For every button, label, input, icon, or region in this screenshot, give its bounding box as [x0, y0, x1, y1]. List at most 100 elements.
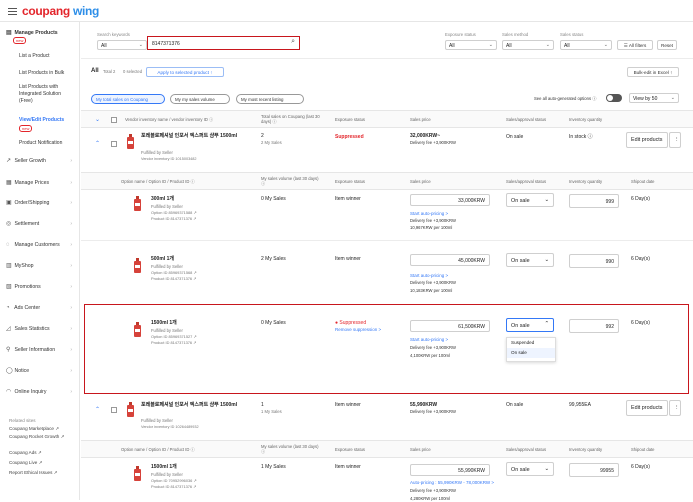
- sidebar-item-settlement[interactable]: ◎ Settlement ›: [6, 221, 78, 228]
- col-price-sub: Sales price: [410, 179, 431, 184]
- price-input[interactable]: 61,500KRW: [410, 320, 490, 332]
- auto-pricing-link[interactable]: Start auto-pricing >: [410, 273, 448, 279]
- top-bar: coupang wing: [0, 0, 693, 22]
- logo[interactable]: coupang wing: [22, 4, 99, 18]
- status-dropdown[interactable]: On sale ⌄: [506, 253, 554, 267]
- chevron-down-icon: ⌄: [138, 42, 143, 48]
- exposure-label: Exposure status: [445, 32, 476, 37]
- col-status-sub: Sales/approval status: [506, 447, 547, 452]
- view-by-select[interactable]: View by 50 ⌄: [629, 93, 679, 103]
- truck-icon: ▣: [6, 200, 12, 206]
- col-sales-status: Sales/approval status: [506, 117, 547, 122]
- option-name[interactable]: 1500ml 1개: [151, 464, 177, 470]
- sort-pill-recent[interactable]: My most recent listing: [236, 94, 304, 104]
- sidebar-item-manage-products[interactable]: ▤ Manage Products: [6, 30, 78, 37]
- chevron-down-icon[interactable]: ⌄: [95, 116, 100, 123]
- product-name[interactable]: 포레블로페셔널 인포서 엑스퍼트 샴푸 1500ml: [141, 133, 251, 139]
- total-sales-sub: 1 My Sales: [261, 409, 282, 414]
- shipout-days: 6 Day(s): [631, 196, 650, 202]
- menu-icon[interactable]: [8, 8, 17, 15]
- col-exposure-sub: Exposure status: [335, 447, 366, 452]
- remove-suppression-link[interactable]: Remove suppression >: [335, 327, 381, 333]
- product-name[interactable]: 포레블로페셔널 인포서 엑스퍼트 샴푸 1500ml: [141, 402, 251, 408]
- more-icon[interactable]: ⋮: [669, 400, 681, 416]
- delivery-fee: Delivery fee +3,900KRW: [410, 140, 456, 145]
- quantity-input[interactable]: 990: [569, 254, 619, 268]
- new-badge: new: [13, 37, 85, 45]
- total-sales: 1: [261, 402, 264, 408]
- related-link-ethical[interactable]: Report Ethical Issues ↗: [9, 470, 58, 476]
- sidebar-item-manage-prices[interactable]: ▦ Manage Prices ›: [6, 180, 78, 187]
- product-id[interactable]: Product ID 8147371376 ↗: [151, 216, 196, 222]
- sidebar-item-ads[interactable]: ◔ Ads Center ›: [6, 305, 78, 312]
- bulk-edit-excel-button[interactable]: Bulk-edit in Excel ↑: [627, 67, 679, 77]
- bell-icon: ◯: [6, 368, 13, 374]
- menu-item-suspended[interactable]: Suspended: [507, 338, 555, 348]
- sidebar-item-sales-statistics[interactable]: ◿ Sales Statistics ›: [6, 326, 78, 333]
- sales-method-select[interactable]: All ⌄: [502, 40, 554, 50]
- product-id[interactable]: Product ID 8147371376 ↗: [151, 276, 196, 282]
- auto-generated-toggle[interactable]: [606, 94, 622, 102]
- delivery-fee: Delivery fee +3,900KRW: [410, 345, 456, 350]
- col-option: Option name / Option ID / Product ID ⓘ: [121, 447, 195, 452]
- status-dropdown[interactable]: On sale ⌃: [506, 318, 554, 332]
- search-scope-select[interactable]: All ⌄: [97, 40, 147, 50]
- sidebar-item-myshop[interactable]: ▥ MyShop ›: [6, 263, 78, 270]
- person-icon: ⚲: [6, 347, 11, 353]
- row-checkbox[interactable]: [111, 407, 117, 413]
- sidebar-item-seller-info[interactable]: ⚲ Seller Information ›: [6, 347, 78, 354]
- total-count: Total 2: [103, 69, 116, 74]
- col-exposure-sub: Exposure status: [335, 179, 366, 184]
- related-link-marketplace[interactable]: Coupang Marketplace ↗: [9, 426, 59, 432]
- price-input[interactable]: 45,000KRW: [410, 254, 490, 266]
- row-checkbox[interactable]: [111, 141, 117, 147]
- sidebar-item-customers[interactable]: ◌ Manage Customers ›: [6, 242, 78, 249]
- inventory-status: 99,955EA: [569, 402, 591, 408]
- sidebar-item-promotions[interactable]: ▧ Promotions ›: [6, 284, 78, 291]
- sort-pill-my-sales[interactable]: My my sales volume: [170, 94, 230, 104]
- related-link-ads[interactable]: Coupang Ads ↗: [9, 450, 42, 456]
- option-name[interactable]: 1500ml 1개: [151, 320, 177, 326]
- more-icon[interactable]: ⋮: [669, 132, 681, 148]
- option-name[interactable]: 300ml 1개: [151, 196, 174, 202]
- shipout-days: 6 Day(s): [631, 464, 650, 470]
- chevron-up-icon[interactable]: ⌃: [95, 140, 100, 147]
- sidebar-item-seller-growth[interactable]: ↗ Seller Growth ›: [6, 158, 78, 165]
- select-all-checkbox[interactable]: [111, 117, 117, 123]
- search-icon[interactable]: ⌕: [291, 38, 295, 46]
- product-id[interactable]: Product ID 8147371376 ↗: [151, 340, 196, 346]
- status-dropdown[interactable]: On sale ⌄: [506, 462, 554, 476]
- option-thumbnail: [133, 258, 142, 273]
- sidebar-item-inquiry[interactable]: ◠ Online Inquiry ›: [6, 389, 78, 396]
- quantity-input[interactable]: 99955: [569, 463, 619, 477]
- sidebar-sub-integrated[interactable]: List Products with Integrated Solution (…: [19, 84, 74, 105]
- auto-pricing-link[interactable]: Start auto-pricing >: [410, 211, 448, 217]
- search-input[interactable]: 8147371376 ⌕: [147, 36, 300, 50]
- reset-button[interactable]: Reset: [657, 40, 677, 50]
- apply-selected-button[interactable]: Apply to selected product ↑: [146, 67, 224, 77]
- sidebar-item-order-shipping[interactable]: ▣ Order/Shipping ›: [6, 200, 78, 207]
- related-link-live[interactable]: Coupang Live ↗: [9, 460, 42, 466]
- sort-pill-total-sales[interactable]: My total sales on Coupang: [91, 94, 165, 104]
- edit-products-button[interactable]: Edit products: [626, 132, 668, 148]
- sidebar-item-notice[interactable]: ◯ Notice ›: [6, 368, 78, 375]
- price-input[interactable]: 33,000KRW: [410, 194, 490, 206]
- menu-item-on-sale[interactable]: On sale: [507, 348, 555, 358]
- related-link-rocket[interactable]: Coupang Rocket Growth ↗: [9, 434, 71, 440]
- price-input[interactable]: 55,990KRW: [410, 464, 490, 476]
- all-filters-button[interactable]: ☰ All filters: [617, 40, 653, 50]
- product-id[interactable]: Product ID 8147371376 ↗: [151, 484, 196, 490]
- exposure-select[interactable]: All ⌄: [445, 40, 497, 50]
- option-name[interactable]: 500ml 1개: [151, 256, 174, 262]
- status-dropdown[interactable]: On sale ⌄: [506, 193, 554, 207]
- edit-products-button[interactable]: Edit products: [626, 400, 668, 416]
- chevron-up-icon[interactable]: ⌃: [95, 406, 100, 413]
- auto-pricing-link[interactable]: Start auto-pricing >: [410, 337, 448, 343]
- exposure-status: Item winner: [335, 402, 361, 408]
- sales-status-select[interactable]: All ⌄: [560, 40, 612, 50]
- quantity-input[interactable]: 992: [569, 319, 619, 333]
- auto-pricing-link[interactable]: Auto-pricing : 55,990KRW - 78,000KRW >: [410, 480, 494, 486]
- quantity-input[interactable]: 999: [569, 194, 619, 208]
- status-dropdown-menu: Suspended On sale: [506, 337, 556, 362]
- col-my-sales: My sales volume (last 30 days) ⓘ: [261, 176, 319, 186]
